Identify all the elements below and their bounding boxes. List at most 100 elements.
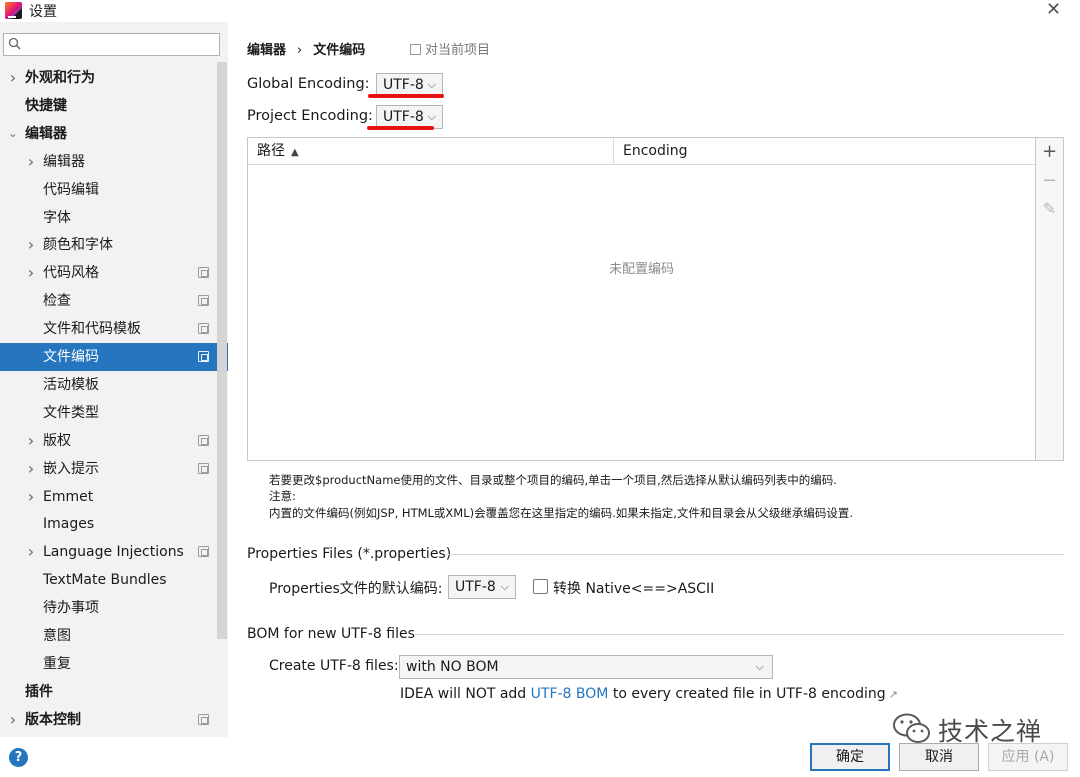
chevron-right-icon[interactable]: › xyxy=(8,64,18,92)
global-encoding-value: UTF-8 xyxy=(383,77,424,93)
edit-icon[interactable]: ✎ xyxy=(1036,199,1063,218)
red-highlight-underline xyxy=(367,126,434,130)
section-divider xyxy=(415,634,1064,635)
properties-default-encoding-label: Properties文件的默认编码: xyxy=(269,581,443,597)
sidebar-item-label: TextMate Bundles xyxy=(43,572,167,589)
wechat-watermark: 技术之禅 xyxy=(892,708,1052,748)
ok-button[interactable]: 确定 xyxy=(810,743,890,771)
sidebar-item[interactable]: › Emmet xyxy=(0,483,228,511)
sidebar-item[interactable]: 检查 xyxy=(0,287,228,315)
sidebar-item-label: 编辑器 xyxy=(43,153,85,170)
close-icon[interactable]: ✕ xyxy=(1046,0,1061,20)
title-bar: 设置 ✕ xyxy=(0,0,1080,22)
sidebar-item[interactable]: 活动模板 xyxy=(0,371,228,399)
chevron-right-icon[interactable]: › xyxy=(26,455,36,483)
sidebar-item[interactable]: Images xyxy=(0,510,228,538)
sidebar-item[interactable]: 文件编码 xyxy=(0,343,228,371)
chevron-right-icon[interactable]: › xyxy=(26,483,36,511)
properties-section-title: Properties Files (*.properties) xyxy=(247,546,452,562)
sidebar-item-label: 代码编辑 xyxy=(43,181,99,198)
sidebar-item[interactable]: 文件和代码模板 xyxy=(0,315,228,343)
create-utf8-files-label: Create UTF-8 files: xyxy=(269,658,399,674)
help-button[interactable]: ? xyxy=(9,748,28,767)
sidebar-item[interactable]: › 编辑器 xyxy=(0,148,228,176)
sidebar-item[interactable]: › 版本控制 xyxy=(0,706,228,734)
native-ascii-checkbox[interactable] xyxy=(533,579,548,594)
add-icon[interactable]: + xyxy=(1036,141,1063,162)
sidebar-item-label: 意图 xyxy=(43,628,71,644)
sidebar-item[interactable]: TextMate Bundles xyxy=(0,566,228,594)
bom-option-value: with NO BOM xyxy=(406,659,499,675)
table-header: 路径 ▲ Encoding xyxy=(248,138,1035,165)
sidebar-item-label: 字体 xyxy=(43,209,71,226)
chevron-right-icon[interactable]: › xyxy=(26,427,36,455)
encoding-note-line: 注意: xyxy=(269,489,296,503)
chevron-down-icon[interactable]: ⌄ xyxy=(8,120,18,148)
chevron-down-icon: ⌵ xyxy=(755,660,764,673)
cancel-button[interactable]: 取消 xyxy=(899,743,979,771)
sidebar-item[interactable]: 待办事项 xyxy=(0,594,228,622)
chevron-down-icon: ⌵ xyxy=(427,78,436,91)
chevron-right-icon[interactable]: › xyxy=(26,148,36,176)
sidebar-item[interactable]: › 代码风格 xyxy=(0,259,228,287)
sidebar-item-label: 待办事项 xyxy=(43,600,99,617)
column-header-path[interactable]: 路径 ▲ xyxy=(257,138,299,165)
sidebar-item-label: 颜色和字体 xyxy=(43,237,113,254)
bom-info-prefix: IDEA will NOT add xyxy=(400,686,531,702)
settings-search-input[interactable] xyxy=(3,33,220,56)
column-header-encoding[interactable]: Encoding xyxy=(623,138,688,165)
bom-option-select[interactable]: with NO BOM ⌵ xyxy=(399,655,773,679)
red-highlight-underline xyxy=(368,94,444,98)
sidebar-item-label: 代码风格 xyxy=(43,265,99,282)
table-empty-text: 未配置编码 xyxy=(608,262,674,277)
wechat-logo-icon xyxy=(893,713,930,743)
bom-section-title: BOM for new UTF-8 files xyxy=(247,626,415,642)
breadcrumb-current: 文件编码 xyxy=(313,43,366,58)
sidebar-item[interactable]: › 版权 xyxy=(0,427,228,455)
sidebar-item[interactable]: 插件 xyxy=(0,678,228,706)
remove-icon[interactable]: − xyxy=(1036,170,1063,191)
sidebar-item-label: 嵌入提示 xyxy=(43,460,99,477)
global-encoding-label: Global Encoding: xyxy=(247,76,370,92)
breadcrumb-separator-icon: › xyxy=(297,43,303,58)
sidebar-item[interactable]: ⌄ 编辑器 xyxy=(0,120,228,148)
sidebar-item[interactable]: 意图 xyxy=(0,622,228,650)
chevron-right-icon[interactable]: › xyxy=(26,538,36,566)
sidebar-item-label: 活动模板 xyxy=(43,376,99,393)
native-ascii-checkbox-label[interactable]: 转换 Native<==>ASCII xyxy=(553,578,714,598)
chevron-right-icon[interactable]: › xyxy=(26,259,36,287)
sidebar-item-label: 外观和行为 xyxy=(25,70,95,86)
breadcrumb-parent[interactable]: 编辑器 xyxy=(247,43,286,58)
utf8-bom-link[interactable]: UTF-8 BOM xyxy=(531,686,609,702)
scope-label: 对当前项目 xyxy=(425,43,491,58)
sidebar-item[interactable]: 快捷键 xyxy=(0,92,228,120)
sidebar-item-label: Emmet xyxy=(43,488,94,505)
table-toolbar: + − ✎ xyxy=(1036,137,1064,461)
sidebar-item[interactable]: 文件类型 xyxy=(0,399,228,427)
sidebar-item[interactable]: 重复 xyxy=(0,650,228,678)
sidebar-item[interactable]: › 颜色和字体 xyxy=(0,231,228,259)
project-scope-icon xyxy=(198,434,209,446)
sidebar-scrollbar[interactable] xyxy=(217,62,227,639)
external-link-icon: ↗ xyxy=(888,688,898,701)
window-title: 设置 xyxy=(29,4,57,20)
project-scope-icon xyxy=(198,267,209,279)
breadcrumb: 编辑器 › 文件编码 xyxy=(247,39,365,58)
apply-button[interactable]: 应用 (A) xyxy=(988,743,1068,771)
project-scope-icon xyxy=(198,546,209,558)
sidebar-item-label: Language Injections xyxy=(43,544,184,561)
settings-sidebar: › 外观和行为 快捷键 ⌄ 编辑器 › 编辑器 代码编辑 字体 › 颜色和字体 › 代码风格 检查 文件和代… xyxy=(0,22,228,737)
properties-encoding-select[interactable]: UTF-8 ⌵ xyxy=(448,575,516,599)
bom-info-text: IDEA will NOT add UTF-8 BOM to every cre… xyxy=(400,686,898,702)
sidebar-item[interactable]: 代码编辑 xyxy=(0,176,228,204)
project-scope-icon xyxy=(410,44,421,55)
sidebar-item[interactable]: › Language Injections xyxy=(0,538,228,566)
chevron-right-icon[interactable]: › xyxy=(26,231,36,259)
sidebar-item-label: Images xyxy=(43,516,95,533)
sidebar-item[interactable]: › 嵌入提示 xyxy=(0,455,228,483)
chevron-right-icon[interactable]: › xyxy=(8,706,18,734)
sidebar-item[interactable]: 字体 xyxy=(0,204,228,232)
column-divider[interactable] xyxy=(613,138,614,165)
sidebar-item[interactable]: › 外观和行为 xyxy=(0,64,228,92)
project-scope-icon xyxy=(198,713,209,725)
